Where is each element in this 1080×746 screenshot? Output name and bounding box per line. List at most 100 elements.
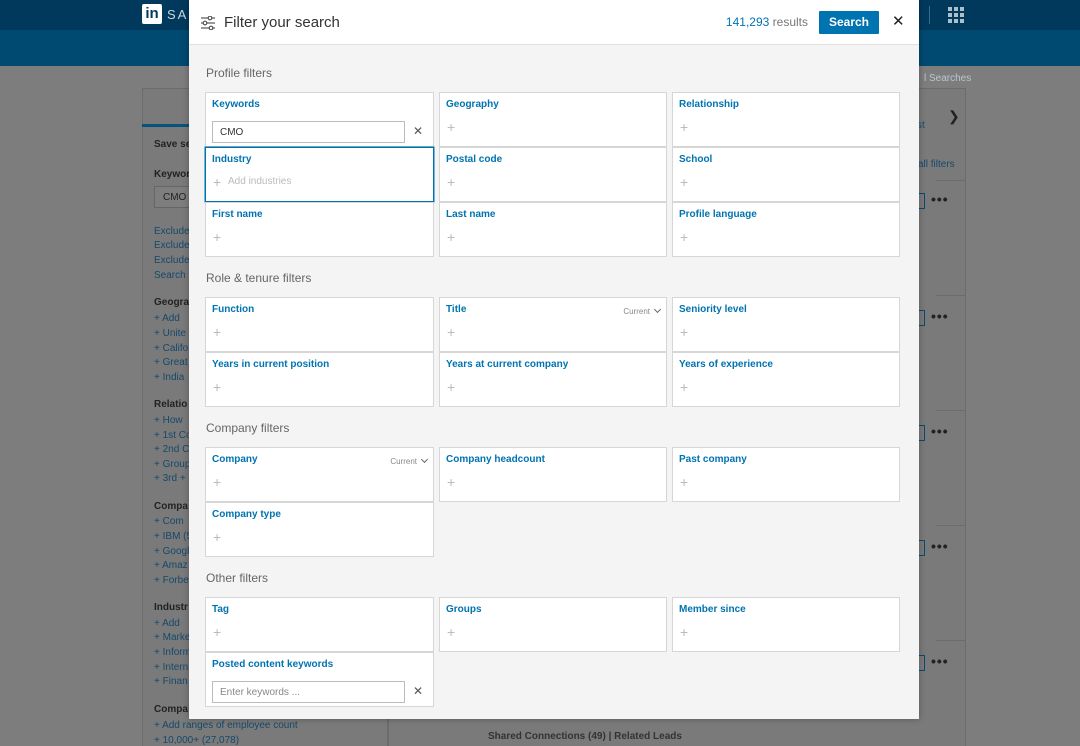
plus-icon[interactable]: + <box>680 120 688 134</box>
filter-relationship[interactable]: Relationship + <box>672 92 900 147</box>
background-left-item[interactable]: Exclude <box>154 240 190 251</box>
background-left-item[interactable]: + Great <box>154 357 188 368</box>
plus-icon[interactable]: + <box>213 175 221 189</box>
background-left-item[interactable]: + 1st Co <box>154 430 192 441</box>
background-left-item[interactable]: + Add ranges of employee count <box>154 720 298 731</box>
background-left-item[interactable]: + IBM (5 <box>154 531 192 542</box>
more-options-icon[interactable]: ••• <box>931 191 949 207</box>
current-qualifier-dropdown[interactable]: Current <box>623 305 662 316</box>
current-qualifier-dropdown[interactable]: Current <box>390 455 429 466</box>
background-left-item[interactable]: + Finan <box>154 676 188 687</box>
background-left-item[interactable]: + India <box>154 372 184 383</box>
plus-icon[interactable]: + <box>447 475 455 489</box>
posted-content-keywords-input[interactable]: Enter keywords ... <box>212 681 405 703</box>
filter-tag[interactable]: Tag + <box>205 597 434 652</box>
background-left-item[interactable]: + Marke <box>154 632 190 643</box>
plus-icon[interactable]: + <box>213 325 221 339</box>
saved-searches-link[interactable]: l Searches <box>924 73 971 84</box>
plus-icon[interactable]: + <box>213 530 221 544</box>
background-left-item[interactable]: + Inform <box>154 647 191 658</box>
plus-icon[interactable]: + <box>213 475 221 489</box>
background-save-button[interactable] <box>919 655 925 671</box>
background-left-item[interactable]: + Unite <box>154 328 186 339</box>
background-left-item: Relatio <box>154 399 188 410</box>
nav-divider <box>929 6 930 24</box>
filter-industry[interactable]: Industry + Add industries <box>205 147 434 202</box>
background-left-item[interactable]: + Group <box>154 459 190 470</box>
filter-company-headcount[interactable]: Company headcount + <box>439 447 667 502</box>
filter-label: Seniority level <box>679 304 747 315</box>
plus-icon[interactable]: + <box>680 175 688 189</box>
plus-icon[interactable]: + <box>447 325 455 339</box>
background-left-item: Keywor <box>154 169 191 180</box>
chevron-right-icon[interactable]: ❯ <box>948 108 960 125</box>
background-left-item[interactable]: Exclude <box>154 226 190 237</box>
more-options-icon[interactable]: ••• <box>931 653 949 669</box>
background-left-item[interactable]: + Com <box>154 516 184 527</box>
apps-grid-icon[interactable] <box>948 7 964 23</box>
more-options-icon[interactable]: ••• <box>931 308 949 324</box>
background-left-item[interactable]: Search <box>154 270 186 281</box>
search-button[interactable]: Search <box>819 11 879 34</box>
background-save-button[interactable] <box>919 193 925 209</box>
add-placeholder[interactable]: Add industries <box>228 176 291 187</box>
plus-icon[interactable]: + <box>680 230 688 244</box>
filter-posted-content-keywords[interactable]: Posted content keywords Enter keywords ..… <box>205 652 434 707</box>
filter-label: Industry <box>212 154 252 165</box>
background-left-item[interactable]: + 10,000+ (27,078) <box>154 735 239 746</box>
background-right-item[interactable]: all filters <box>918 159 955 170</box>
close-icon[interactable]: ✕ <box>892 12 905 32</box>
background-left-item[interactable]: + Intern <box>154 662 188 673</box>
filter-member-since[interactable]: Member since + <box>672 597 900 652</box>
keywords-input[interactable]: CMO <box>212 121 405 143</box>
filter-function[interactable]: Function + <box>205 297 434 352</box>
background-left-item[interactable]: + Googl <box>154 546 189 557</box>
plus-icon[interactable]: + <box>213 380 221 394</box>
background-left-item[interactable]: + Amaz <box>154 560 188 571</box>
background-left-item[interactable]: + Forbe <box>154 575 189 586</box>
background-left-item[interactable]: + 3rd + <box>154 473 186 484</box>
plus-icon[interactable]: + <box>680 475 688 489</box>
plus-icon[interactable]: + <box>680 380 688 394</box>
filter-title[interactable]: Title Current + <box>439 297 667 352</box>
background-left-item[interactable]: + Add <box>154 618 180 629</box>
plus-icon[interactable]: + <box>447 230 455 244</box>
plus-icon[interactable]: + <box>447 380 455 394</box>
background-left-item[interactable]: + Add <box>154 313 180 324</box>
filter-school[interactable]: School + <box>672 147 900 202</box>
filter-company-type[interactable]: Company type + <box>205 502 434 557</box>
filter-profile-language[interactable]: Profile language + <box>672 202 900 257</box>
filter-years-at-current-company[interactable]: Years at current company + <box>439 352 667 407</box>
filter-last-name[interactable]: Last name + <box>439 202 667 257</box>
plus-icon[interactable]: + <box>447 625 455 639</box>
filter-first-name[interactable]: First name + <box>205 202 434 257</box>
background-save-button[interactable] <box>919 425 925 441</box>
filter-past-company[interactable]: Past company + <box>672 447 900 502</box>
more-options-icon[interactable]: ••• <box>931 538 949 554</box>
plus-icon[interactable]: + <box>213 230 221 244</box>
plus-icon[interactable]: + <box>213 625 221 639</box>
background-left-item[interactable]: + How <box>154 415 183 426</box>
filter-company[interactable]: Company Current + <box>205 447 434 502</box>
background-left-item[interactable]: Exclude <box>154 255 190 266</box>
filter-keywords[interactable]: Keywords CMO ✕ <box>205 92 434 147</box>
filter-years-in-current-position[interactable]: Years in current position + <box>205 352 434 407</box>
more-options-icon[interactable]: ••• <box>931 423 949 439</box>
filter-geography[interactable]: Geography + <box>439 92 667 147</box>
background-left-item[interactable]: + Califo <box>154 343 188 354</box>
filter-postal-code[interactable]: Postal code + <box>439 147 667 202</box>
clear-icon[interactable]: ✕ <box>413 125 423 137</box>
background-save-button[interactable] <box>919 540 925 556</box>
filter-seniority-level[interactable]: Seniority level + <box>672 297 900 352</box>
plus-icon[interactable]: + <box>680 625 688 639</box>
plus-icon[interactable]: + <box>447 175 455 189</box>
plus-icon[interactable]: + <box>447 120 455 134</box>
background-left-item[interactable]: + 2nd C <box>154 444 189 455</box>
results-label: results <box>772 15 808 29</box>
filter-groups[interactable]: Groups + <box>439 597 667 652</box>
linkedin-logo-icon[interactable]: in <box>142 4 162 24</box>
background-save-button[interactable] <box>919 310 925 326</box>
filter-years-of-experience[interactable]: Years of experience + <box>672 352 900 407</box>
clear-icon[interactable]: ✕ <box>413 685 423 697</box>
plus-icon[interactable]: + <box>680 325 688 339</box>
